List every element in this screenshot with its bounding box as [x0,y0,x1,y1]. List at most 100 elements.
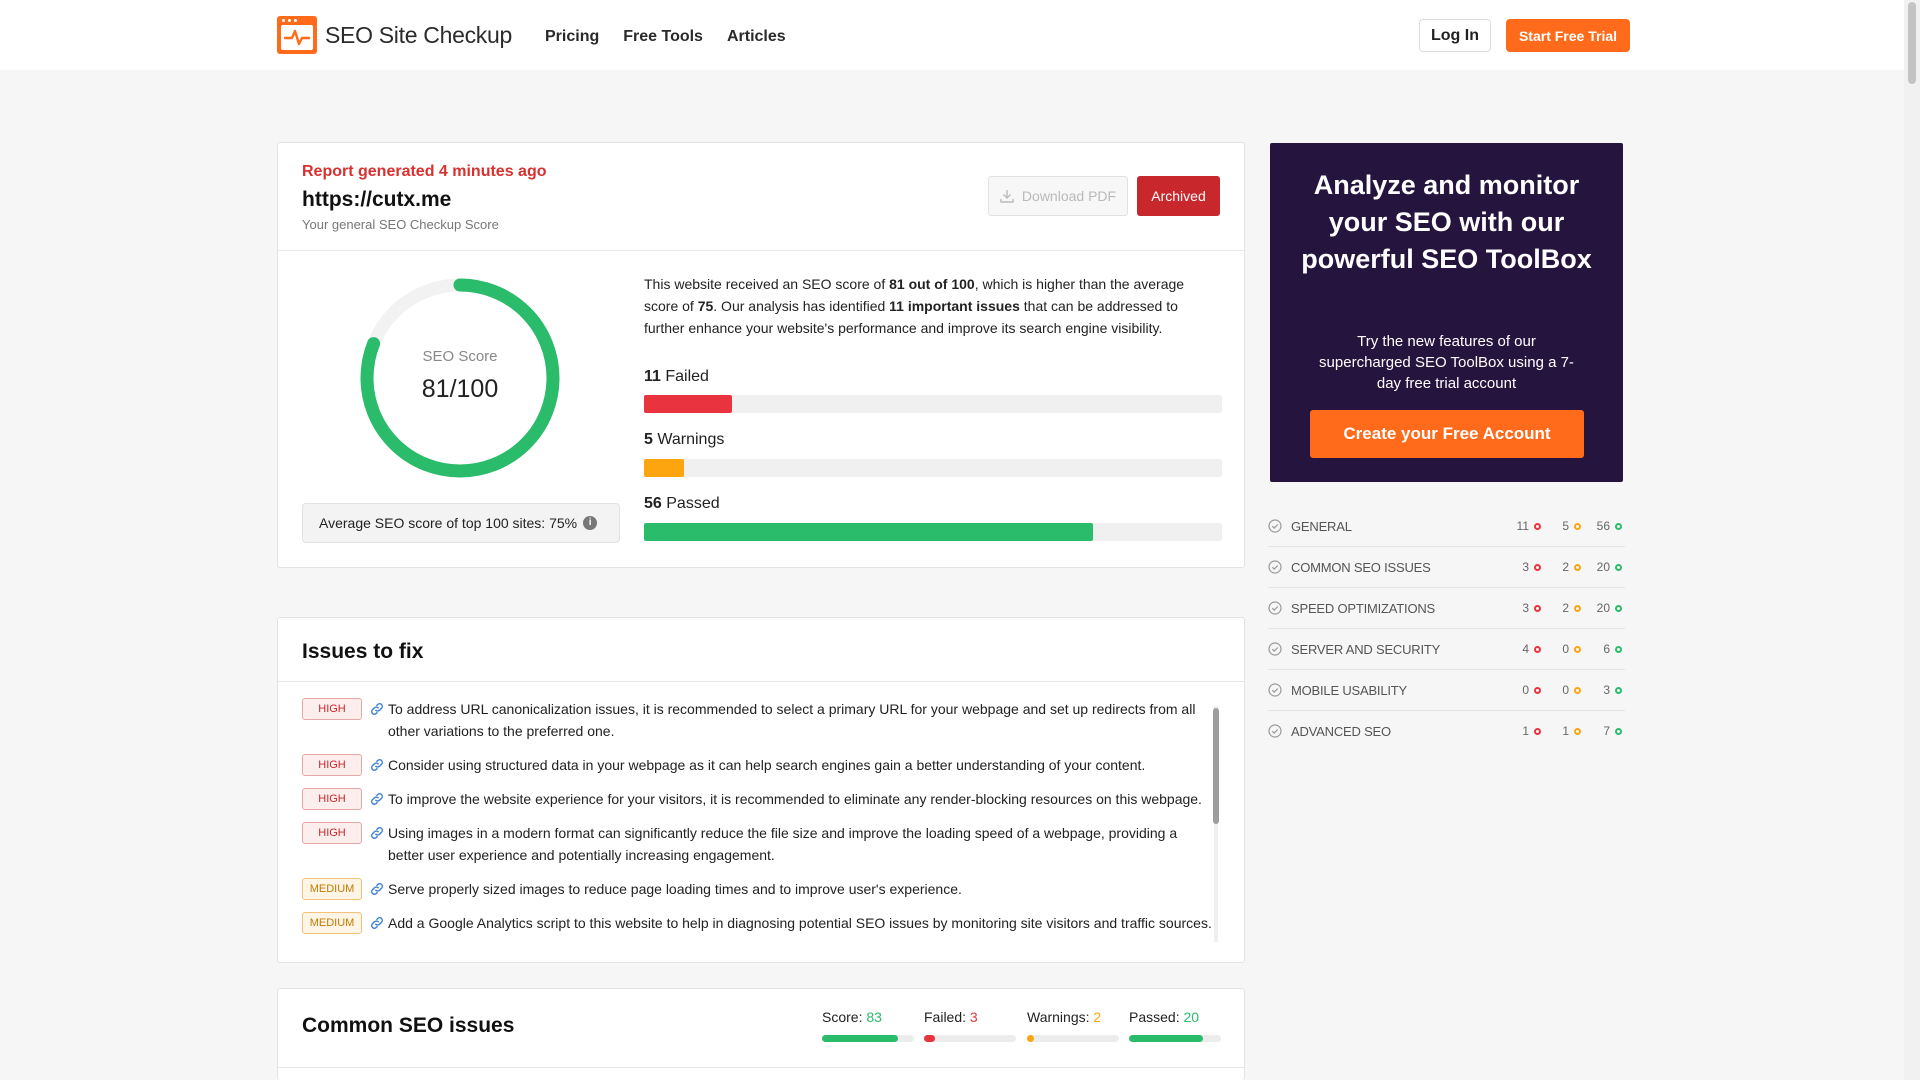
category-name: COMMON SEO ISSUES [1291,560,1431,575]
common-stat-bar [1129,1035,1221,1042]
check-circle-icon [1268,724,1282,738]
failed-dot-icon [1534,604,1541,612]
link-icon[interactable] [370,826,384,840]
issue-item[interactable]: MEDIUM Add a Google Analytics script to t… [302,912,1214,934]
issue-item[interactable]: HIGH To address URL canonicalization issu… [302,698,1214,742]
passed-stat-label: 56 Passed [644,495,720,513]
failed-bar-fill [644,395,733,413]
nav-articles[interactable]: Articles [727,28,786,46]
category-warnings: 2 [1562,560,1581,574]
warning-dot-icon [1574,645,1581,653]
failed-dot-icon [1534,686,1541,694]
category-warnings: 0 [1562,642,1581,656]
passed-count: 56 [644,495,662,512]
average-score-box: Average SEO score of top 100 sites: 75% … [302,503,620,543]
check-circle-icon [1268,601,1282,615]
toolbox-promo: Analyze and monitor your SEO with our po… [1270,143,1623,482]
issue-item[interactable]: MEDIUM Serve properly sized images to red… [302,878,1214,900]
warnings-count: 0 [1562,683,1569,697]
warning-dot-icon [1574,522,1581,530]
issue-text: Using images in a modern format can sign… [388,825,1178,863]
passed-bar-fill [644,523,1094,541]
nav-pricing[interactable]: Pricing [545,28,599,46]
divider [278,681,1244,682]
passed-count: 6 [1603,642,1610,656]
category-failed: 0 [1522,683,1541,697]
divider [278,1067,1244,1068]
warnings-count: 1 [1562,724,1569,738]
nav-free-tools[interactable]: Free Tools [623,28,703,46]
passed-label: Passed [666,495,720,512]
page-scrollbar-thumb[interactable] [1908,2,1916,84]
common-stat-label: Warnings: [1027,1009,1094,1025]
common-stat: Passed: 20 [1129,1009,1221,1042]
check-circle-icon [1268,683,1282,697]
category-item[interactable]: SPEED OPTIMIZATIONS 3 2 20 [1268,588,1625,629]
issue-item[interactable]: HIGH Using images in a modern format can … [302,822,1214,866]
link-icon[interactable] [370,792,384,806]
category-passed: 20 [1597,601,1622,615]
category-failed: 11 [1517,519,1541,533]
page-scrollbar[interactable] [1904,0,1920,1080]
category-name: SPEED OPTIMIZATIONS [1291,601,1436,616]
category-passed: 20 [1597,560,1622,574]
warnings-bar [644,459,1222,477]
logo-icon [277,16,317,54]
issues-scrollbar[interactable] [1212,700,1220,948]
issue-text: Consider using structured data in your w… [388,757,1146,773]
failed-bar [644,395,1222,413]
failed-count: 11 [1516,519,1529,533]
report-header: Report generated 4 minutes ago https://c… [278,143,1244,251]
info-icon[interactable]: i [583,516,598,530]
category-list: GENERAL 11 5 56 COMMON SEO ISSUES 3 2 20 SPEED O… [1268,506,1625,752]
issues-list[interactable]: HIGH To address URL canonicalization issu… [302,698,1214,946]
issues-scrollbar-thumb[interactable] [1213,708,1219,824]
link-icon[interactable] [370,702,384,716]
category-warnings: 0 [1562,683,1581,697]
common-stat-bar [924,1035,1016,1042]
category-item[interactable]: SERVER AND SECURITY 4 0 6 [1268,629,1625,670]
summary-score: 81 out of 100 [889,276,975,292]
passed-dot-icon [1615,604,1622,612]
seo-score-value: 81/100 [421,375,499,403]
issue-item[interactable]: HIGH To improve the website experience fo… [302,788,1214,810]
category-item[interactable]: GENERAL 11 5 56 [1268,506,1625,547]
link-icon[interactable] [370,916,384,930]
failed-dot-icon [1534,727,1541,735]
archived-button[interactable]: Archived [1137,176,1220,216]
login-button[interactable]: Log In [1419,19,1491,52]
issue-item[interactable]: HIGH Consider using structured data in yo… [302,754,1214,776]
warnings-count: 5 [1562,519,1569,533]
create-free-account-button[interactable]: Create your Free Account [1310,410,1584,458]
download-pdf-button[interactable]: Download PDF [988,176,1128,216]
category-name: ADVANCED SEO [1291,724,1391,739]
report-generated-time: Report generated 4 minutes ago [302,163,547,180]
priority-badge-high: HIGH [302,822,362,844]
top-navigation-bar: SEO Site Checkup Pricing Free Tools Arti… [0,0,1904,70]
common-stat: Score: 83 [822,1009,914,1042]
link-icon[interactable] [370,758,384,772]
site-logo[interactable]: SEO Site Checkup [277,16,512,54]
category-name: SERVER AND SECURITY [1291,642,1441,657]
link-icon[interactable] [370,882,384,896]
passed-dot-icon [1615,563,1622,571]
common-stat-value: 83 [866,1009,882,1025]
failed-count: 1 [1522,724,1529,738]
common-stat-bar-fill [1129,1035,1203,1042]
promo-text: Try the new features of our supercharged… [1319,333,1574,392]
priority-badge-high: HIGH [302,698,362,720]
warnings-count: 5 [644,431,653,448]
category-passed: 7 [1603,724,1622,738]
failed-count: 3 [1522,601,1529,615]
warnings-count: 0 [1562,642,1569,656]
issue-text: To address URL canonicalization issues, … [388,701,1196,739]
common-stat-label: Score: [822,1009,867,1025]
common-stat: Failed: 3 [924,1009,1016,1042]
common-stat-value: 20 [1183,1009,1200,1025]
category-item[interactable]: ADVANCED SEO 1 1 7 [1268,711,1625,752]
start-free-trial-button[interactable]: Start Free Trial [1506,19,1630,52]
failed-count: 3 [1522,560,1529,574]
category-item[interactable]: MOBILE USABILITY 0 0 3 [1268,670,1625,711]
passed-count: 20 [1596,560,1610,574]
category-item[interactable]: COMMON SEO ISSUES 3 2 20 [1268,547,1625,588]
